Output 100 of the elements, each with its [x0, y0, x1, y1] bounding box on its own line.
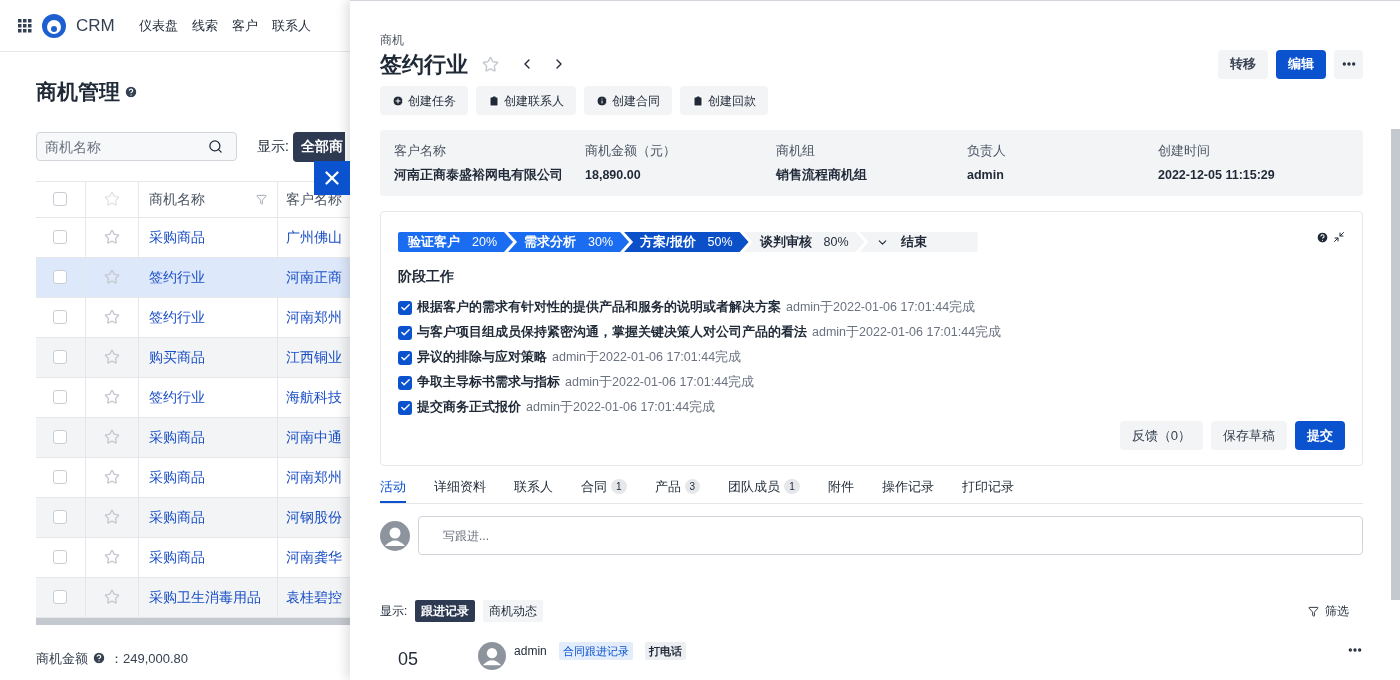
horizontal-scrollbar[interactable] — [36, 617, 350, 625]
table-row[interactable]: 签约行业 海航科技 — [36, 377, 350, 418]
customer-link[interactable]: 河南郑州 — [286, 466, 342, 488]
stage-button[interactable]: 提交 — [1295, 421, 1345, 450]
checkbox[interactable] — [53, 350, 68, 364]
checkbox[interactable] — [53, 510, 68, 524]
customer-link[interactable]: 袁桂碧控 — [286, 586, 342, 608]
filter-chip[interactable]: 跟进记录 — [415, 600, 476, 622]
star-icon[interactable] — [103, 191, 120, 207]
close-button[interactable] — [314, 161, 350, 195]
customer-link[interactable]: 河南中通 — [286, 426, 342, 448]
search-icon[interactable] — [208, 139, 223, 154]
checkbox[interactable] — [53, 470, 68, 484]
customer-link[interactable]: 河南正商 — [286, 266, 342, 288]
filter-chip[interactable]: 商机动态 — [483, 600, 544, 622]
star-icon[interactable] — [482, 55, 499, 73]
opportunity-link[interactable]: 采购商品 — [148, 506, 205, 528]
stage-step[interactable]: 结束 — [859, 232, 978, 252]
customer-link[interactable]: 河南龚华 — [286, 546, 342, 568]
table-row[interactable]: 采购商品 河南郑州 — [36, 457, 350, 498]
action-button[interactable]: 创建联系人 — [476, 86, 576, 115]
opportunity-link[interactable]: 签约行业 — [148, 266, 205, 288]
table-row[interactable]: 采购商品 河南龚华 — [36, 537, 350, 578]
table-row[interactable]: 签约行业 河南郑州 — [36, 297, 350, 338]
action-button[interactable]: 创建回款 — [680, 86, 768, 115]
star-icon[interactable] — [103, 269, 120, 285]
stage-step[interactable]: 需求分析 30% — [508, 232, 630, 252]
opportunity-link[interactable]: 采购商品 — [148, 226, 205, 248]
customer-link[interactable]: 海航科技 — [286, 386, 342, 408]
tab[interactable]: 操作记录 — [881, 477, 934, 503]
table-row[interactable]: 采购商品 广州佛山 — [36, 217, 350, 258]
customer-link[interactable]: 广州佛山 — [286, 226, 342, 248]
stage-step[interactable]: 验证客户 20% — [398, 232, 514, 252]
help-icon[interactable] — [92, 651, 106, 666]
star-icon[interactable] — [103, 389, 120, 405]
tab[interactable]: 合同 1 — [581, 477, 627, 503]
customer-link[interactable]: 河南郑州 — [286, 306, 342, 328]
checkbox[interactable] — [398, 400, 412, 415]
checkbox[interactable] — [53, 270, 68, 284]
tab[interactable]: 活动 — [380, 477, 406, 503]
star-icon[interactable] — [103, 549, 120, 565]
customer-link[interactable]: 河钢股份 — [286, 506, 342, 528]
customer-link[interactable]: 江西铜业 — [286, 346, 342, 368]
more-button[interactable] — [1334, 49, 1363, 79]
checkbox[interactable] — [398, 350, 412, 365]
star-icon[interactable] — [103, 229, 120, 245]
opportunity-link[interactable]: 采购商品 — [148, 546, 205, 568]
opportunity-link[interactable]: 签约行业 — [148, 386, 205, 408]
star-icon[interactable] — [103, 589, 120, 605]
help-icon[interactable] — [124, 84, 138, 99]
collapse-icon[interactable] — [1333, 230, 1345, 243]
star-icon[interactable] — [103, 429, 120, 445]
checkbox[interactable] — [53, 550, 68, 564]
checkbox[interactable] — [53, 590, 68, 604]
stage-step[interactable]: 谈判审核 80% — [743, 232, 865, 252]
checkbox[interactable] — [398, 300, 412, 315]
checkbox[interactable] — [53, 390, 68, 404]
followup-field[interactable]: 写跟进... — [418, 516, 1363, 555]
nav-link[interactable]: 客户 — [231, 15, 258, 36]
table-row[interactable]: 签约行业 河南正商 — [36, 257, 350, 298]
scrollbar[interactable] — [1391, 129, 1400, 600]
star-icon[interactable] — [103, 349, 120, 365]
action-button[interactable]: 创建任务 — [380, 86, 468, 115]
star-icon[interactable] — [103, 469, 120, 485]
checkbox[interactable] — [53, 430, 68, 444]
table-row[interactable]: 采购商品 河钢股份 — [36, 497, 350, 538]
opportunity-link[interactable]: 采购商品 — [148, 466, 205, 488]
tab[interactable]: 产品 3 — [654, 477, 701, 503]
filter-button[interactable]: 全部商 — [292, 131, 345, 162]
table-row[interactable]: 采购卫生消毒用品 袁桂碧控 — [36, 577, 350, 618]
opportunity-link[interactable]: 采购商品 — [148, 426, 205, 448]
nav-link[interactable]: 联系人 — [271, 15, 311, 36]
opportunity-link[interactable]: 购买商品 — [148, 346, 205, 368]
tab[interactable]: 详细资料 — [434, 477, 486, 503]
tab[interactable]: 联系人 — [514, 477, 553, 503]
table-row[interactable]: 购买商品 江西铜业 — [36, 337, 350, 378]
checkbox[interactable] — [398, 325, 412, 340]
opportunity-link[interactable]: 签约行业 — [148, 306, 205, 328]
header-button[interactable]: 转移 — [1218, 49, 1268, 79]
table-row[interactable]: 采购商品 河南中通 — [36, 417, 350, 458]
tab[interactable]: 团队成员 1 — [728, 477, 800, 503]
stage-step[interactable]: 方案/报价 50% — [624, 232, 749, 252]
header-button[interactable]: 编辑 — [1276, 49, 1326, 79]
help-icon[interactable] — [1316, 230, 1329, 244]
search-field[interactable]: 商机名称 — [36, 132, 237, 161]
tab[interactable]: 打印记录 — [961, 477, 1014, 503]
action-button[interactable]: 创建合同 — [584, 86, 672, 115]
checkbox[interactable] — [53, 310, 68, 324]
filter-button[interactable]: 筛选 — [1308, 602, 1349, 620]
checkbox[interactable] — [53, 192, 68, 206]
nav-link[interactable]: 仪表盘 — [138, 15, 178, 36]
nav-link[interactable]: 线索 — [191, 15, 218, 36]
checkbox[interactable] — [398, 375, 412, 390]
checkbox[interactable] — [53, 230, 68, 244]
filter-icon[interactable] — [256, 193, 267, 205]
opportunity-link[interactable]: 采购卫生消毒用品 — [148, 586, 261, 608]
star-icon[interactable] — [103, 509, 120, 525]
stage-button[interactable]: 保存草稿 — [1211, 421, 1287, 450]
apps-grid-icon[interactable] — [18, 18, 32, 33]
tab[interactable]: 附件 — [827, 477, 854, 503]
